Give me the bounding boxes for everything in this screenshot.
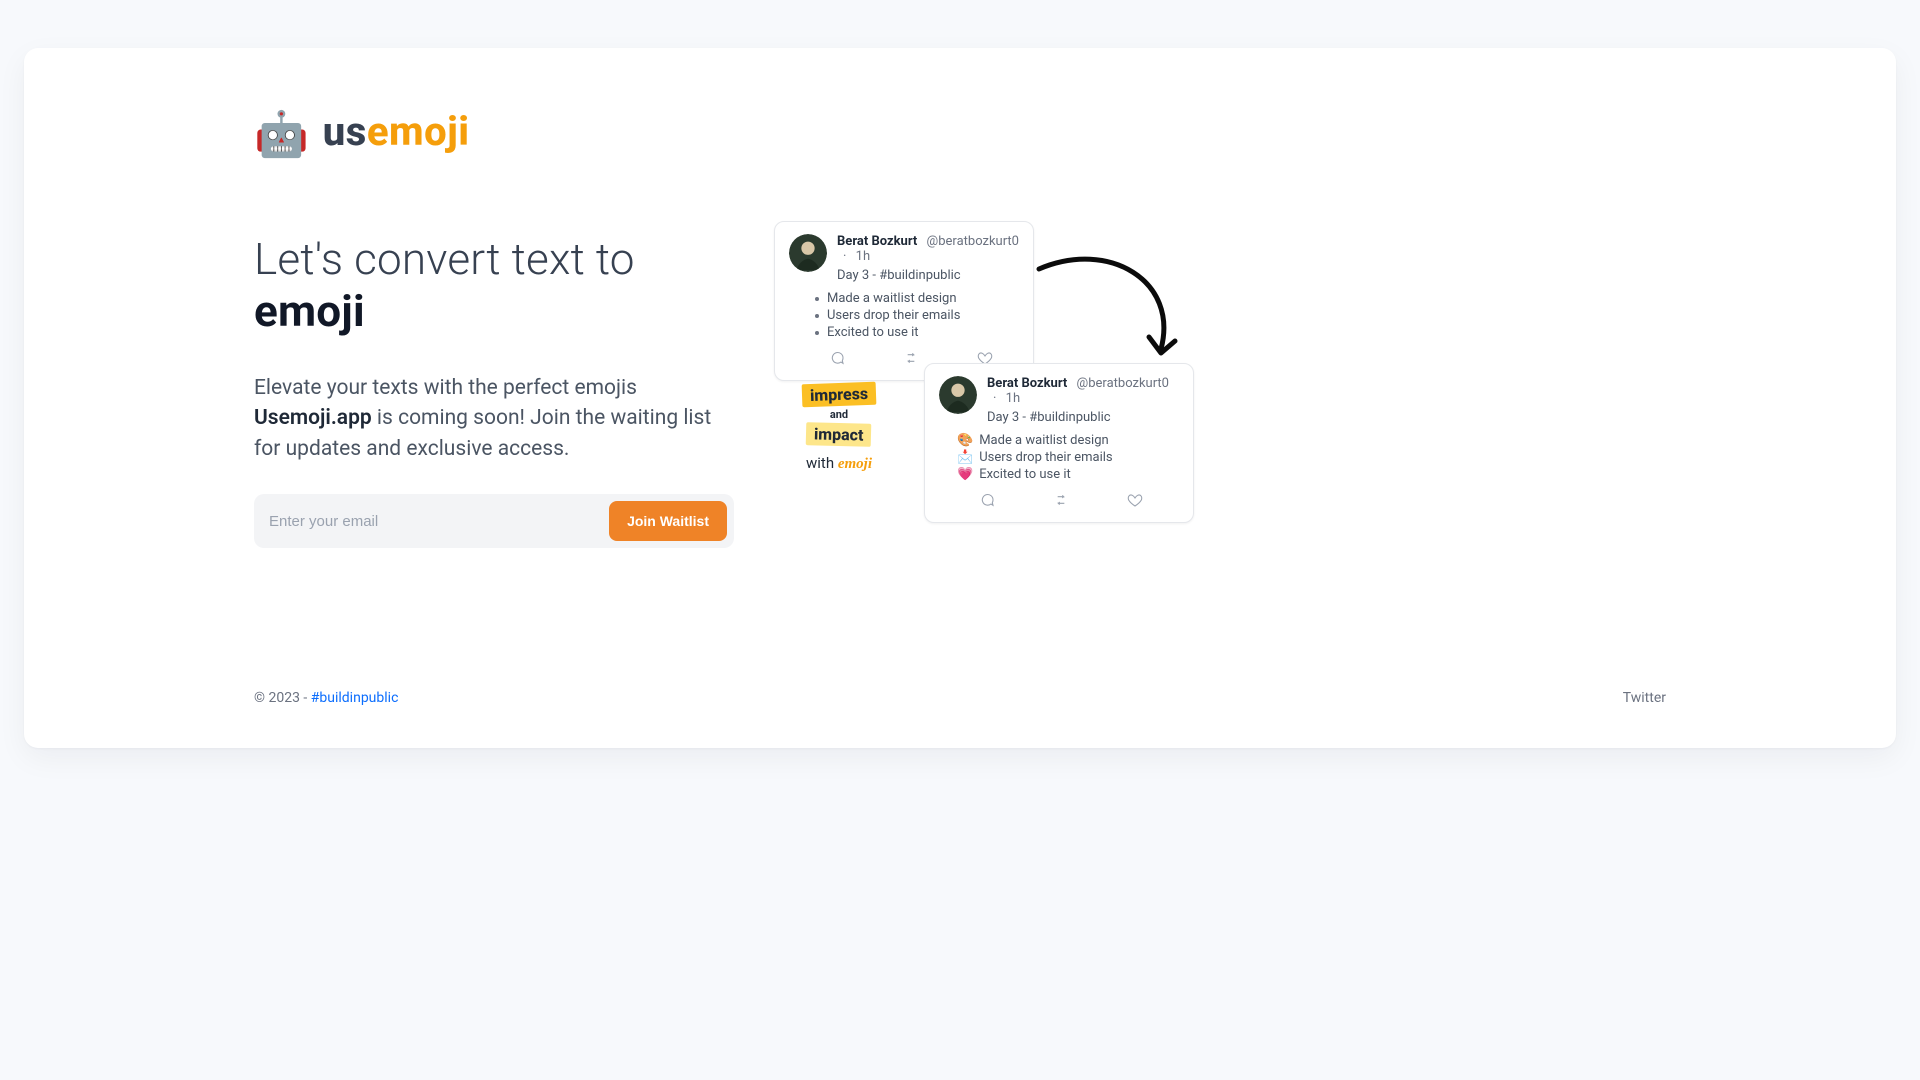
join-waitlist-button[interactable]: Join Waitlist <box>609 501 727 541</box>
hero: Let's convert text to emoji Elevate your… <box>254 233 1666 548</box>
tweet-caption: Day 3 - #buildinpublic <box>987 410 1179 425</box>
emoji-icon: 📩 <box>957 450 973 465</box>
bullet-icon <box>815 297 819 301</box>
tweet-meta: Berat Bozkurt @beratbozkurt0 · 1h <box>837 234 1019 264</box>
hero-line1: Elevate your texts with the perfect emoj… <box>254 376 637 400</box>
reply-icon[interactable] <box>829 350 845 370</box>
list-item: 💗 Excited to use it <box>957 467 1179 482</box>
slogan-emoji-word: emoji <box>838 456 872 472</box>
list-text: Made a waitlist design <box>979 433 1109 448</box>
hero-title-plain: Let's convert text to <box>254 233 635 285</box>
tweet-list: 🎨 Made a waitlist design 📩 Users drop thei… <box>957 433 1179 482</box>
list-item: Users drop their emails <box>815 308 1019 323</box>
emoji-icon: 💗 <box>957 467 973 482</box>
retweet-icon[interactable] <box>903 350 919 370</box>
list-text: Excited to use it <box>827 325 919 340</box>
footer-left: © 2023 - #buildinpublic <box>254 690 398 706</box>
tweet-actions <box>979 492 1179 512</box>
list-item: 🎨 Made a waitlist design <box>957 433 1179 448</box>
footer: © 2023 - #buildinpublic Twitter <box>254 690 1666 706</box>
list-text: Made a waitlist design <box>827 291 957 306</box>
tweet-handle: @beratbozkurt0 <box>927 234 1019 249</box>
reply-icon[interactable] <box>979 492 995 512</box>
brand-wordmark: usemoji <box>323 108 470 155</box>
robot-emoji-icon: 🤖 <box>254 112 309 156</box>
slogan-with: with <box>806 454 834 472</box>
footer-copy: © 2023 - <box>254 690 307 706</box>
tweet-list: Made a waitlist design Users drop their … <box>815 291 1019 340</box>
tweet-meta: Berat Bozkurt @beratbozkurt0 · 1h <box>987 376 1179 406</box>
list-text: Users drop their emails <box>979 450 1112 465</box>
retweet-icon[interactable] <box>1053 492 1069 512</box>
list-item: 📩 Users drop their emails <box>957 450 1179 465</box>
bullet-icon <box>815 314 819 318</box>
list-item: Excited to use it <box>815 325 1019 340</box>
landing-card: 🤖 usemoji Let's convert text to emoji El… <box>24 48 1896 748</box>
list-item: Made a waitlist design <box>815 291 1019 306</box>
avatar <box>789 234 827 272</box>
tweet-author: Berat Bozkurt <box>837 234 917 249</box>
list-text: Excited to use it <box>979 467 1071 482</box>
tweet-sep: · <box>843 249 846 264</box>
curved-arrow-icon <box>1029 251 1199 371</box>
list-text: Users drop their emails <box>827 308 960 323</box>
tweet-author: Berat Bozkurt <box>987 376 1067 391</box>
slogan: impress and impact with emoji <box>784 383 894 473</box>
tweet-card-after: Berat Bozkurt @beratbozkurt0 · 1h Day 3 … <box>924 363 1194 523</box>
hero-visual: Berat Bozkurt @beratbozkurt0 · 1h Day 3 … <box>774 233 1666 533</box>
footer-hashtag-link[interactable]: #buildinpublic <box>311 690 399 706</box>
slogan-with-line: with emoji <box>784 454 894 473</box>
tweet-handle: @beratbozkurt0 <box>1077 376 1169 391</box>
hero-left: Let's convert text to emoji Elevate your… <box>254 233 734 548</box>
slogan-word-2: impact <box>806 422 872 447</box>
slogan-and: and <box>784 408 894 421</box>
hero-lead: Elevate your texts with the perfect emoj… <box>254 373 734 464</box>
hero-brand-inline: Usemoji.app <box>254 406 372 430</box>
brand-prefix: us <box>323 108 367 155</box>
footer-twitter-link[interactable]: Twitter <box>1623 690 1666 706</box>
slogan-word-1: impress <box>802 382 877 408</box>
bullet-icon <box>815 331 819 335</box>
heart-icon[interactable] <box>1127 492 1143 512</box>
avatar <box>939 376 977 414</box>
hero-title: Let's convert text to emoji <box>254 233 734 337</box>
brand-suffix: emoji <box>367 108 470 155</box>
emoji-icon: 🎨 <box>957 433 973 448</box>
hero-title-bold: emoji <box>254 285 365 337</box>
tweet-caption: Day 3 - #buildinpublic <box>837 268 1019 283</box>
email-input[interactable] <box>261 503 609 540</box>
tweet-card-before: Berat Bozkurt @beratbozkurt0 · 1h Day 3 … <box>774 221 1034 381</box>
waitlist-form: Join Waitlist <box>254 494 734 548</box>
brand-logo: 🤖 usemoji <box>254 108 1666 155</box>
tweet-sep: · <box>993 391 996 406</box>
tweet-time: 1h <box>856 249 870 264</box>
tweet-time: 1h <box>1006 391 1020 406</box>
